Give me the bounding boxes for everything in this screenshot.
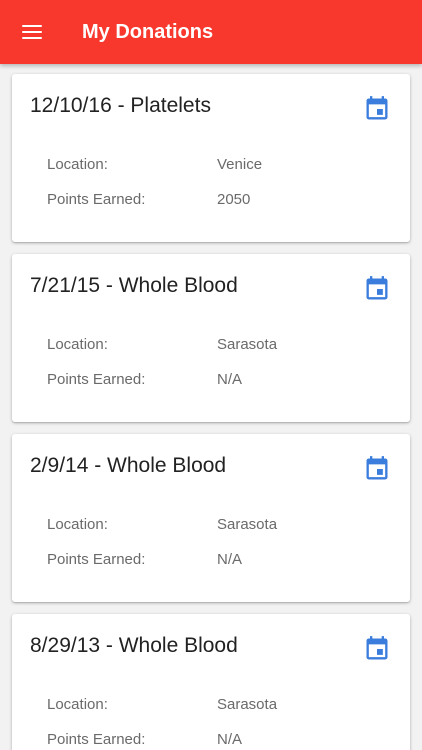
- calendar-button[interactable]: [362, 634, 392, 664]
- menu-button[interactable]: [12, 12, 52, 52]
- points-value: N/A: [217, 371, 243, 388]
- points-value: N/A: [217, 731, 243, 748]
- donation-title: 8/29/13 - Whole Blood: [30, 634, 238, 657]
- donation-title: 7/21/15 - Whole Blood: [30, 274, 238, 297]
- hamburger-menu-icon: [22, 25, 42, 39]
- points-value: 2050: [217, 191, 251, 208]
- donation-card[interactable]: 8/29/13 - Whole Blood Location: Sarasota…: [12, 614, 410, 750]
- location-label: Location:: [47, 336, 108, 353]
- donation-list[interactable]: 12/10/16 - Platelets Location: Venice Po…: [0, 64, 422, 750]
- donation-title: 2/9/14 - Whole Blood: [30, 454, 227, 477]
- calendar-button[interactable]: [362, 454, 392, 484]
- donation-card[interactable]: 2/9/14 - Whole Blood Location: Sarasota …: [12, 434, 410, 602]
- donation-card[interactable]: 7/21/15 - Whole Blood Location: Sarasota…: [12, 254, 410, 422]
- points-label: Points Earned:: [47, 371, 146, 388]
- points-label: Points Earned:: [47, 731, 146, 748]
- location-value: Venice: [217, 156, 263, 173]
- points-label: Points Earned:: [47, 551, 146, 568]
- location-label: Location:: [47, 696, 108, 713]
- donation-title: 12/10/16 - Platelets: [30, 94, 211, 117]
- calendar-icon: [366, 276, 388, 300]
- calendar-button[interactable]: [362, 274, 392, 304]
- calendar-icon: [366, 636, 388, 660]
- calendar-icon: [366, 456, 388, 480]
- points-label: Points Earned:: [47, 191, 146, 208]
- page-title: My Donations: [82, 21, 214, 43]
- location-label: Location:: [47, 156, 108, 173]
- points-value: N/A: [217, 551, 243, 568]
- location-value: Sarasota: [217, 336, 278, 353]
- app-bar: My Donations: [0, 0, 422, 64]
- calendar-button[interactable]: [362, 94, 392, 124]
- calendar-icon: [366, 96, 388, 120]
- location-value: Sarasota: [217, 516, 278, 533]
- location-value: Sarasota: [217, 696, 278, 713]
- location-label: Location:: [47, 516, 108, 533]
- donation-card[interactable]: 12/10/16 - Platelets Location: Venice Po…: [12, 74, 410, 242]
